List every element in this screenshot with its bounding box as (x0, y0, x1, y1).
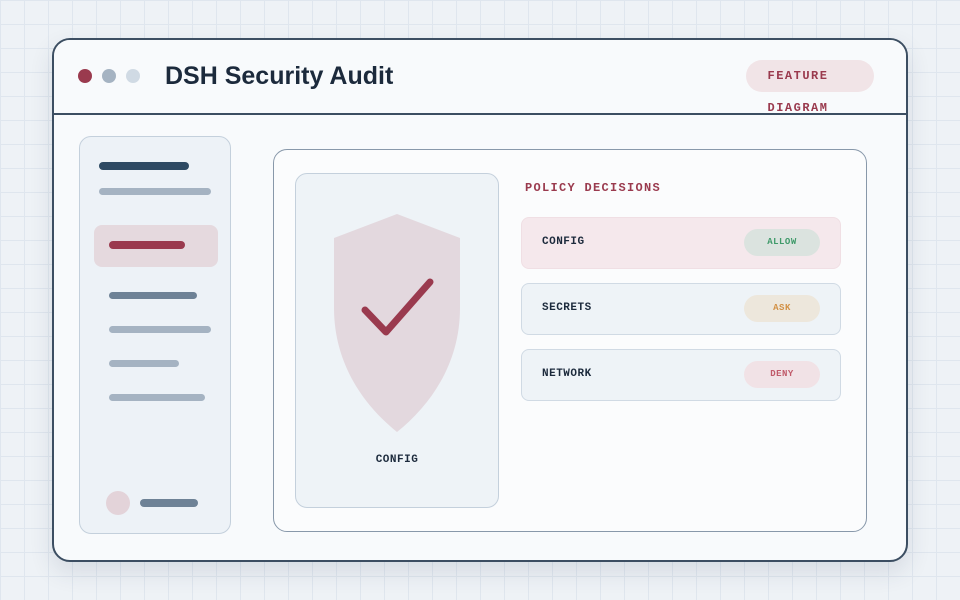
user-avatar[interactable] (106, 491, 130, 515)
sidebar-item-selected[interactable] (94, 225, 218, 267)
decision-badge-deny: DENY (744, 361, 820, 388)
sidebar-item-placeholder[interactable] (109, 360, 179, 367)
policy-row-network[interactable]: NETWORK DENY (521, 349, 841, 401)
close-window-button[interactable] (78, 69, 92, 83)
decision-badge-ask: ASK (744, 295, 820, 322)
minimize-window-button[interactable] (102, 69, 116, 83)
policy-row-label: CONFIG (542, 236, 585, 248)
policy-row-config[interactable]: CONFIG ALLOW (521, 217, 841, 269)
sidebar-item-placeholder[interactable] (109, 394, 205, 401)
policy-decisions-title: POLICY DECISIONS (525, 181, 662, 195)
sidebar-heading-placeholder (99, 162, 189, 170)
decision-badge-allow: ALLOW (744, 229, 820, 256)
app-window: DSH Security Audit FEATURE DIAGRAM CONFI… (52, 38, 908, 562)
badge-label: FEATURE DIAGRAM (767, 69, 829, 115)
shield-check-icon (334, 214, 460, 432)
maximize-window-button[interactable] (126, 69, 140, 83)
policy-row-label: NETWORK (542, 368, 592, 380)
main-panel: CONFIG POLICY DECISIONS CONFIG ALLOW SEC… (273, 149, 867, 532)
shield-card: CONFIG (295, 173, 499, 508)
sidebar-item-selected-placeholder (109, 241, 185, 249)
feature-diagram-badge: FEATURE DIAGRAM (746, 60, 874, 115)
shield-card-label: CONFIG (375, 454, 419, 466)
policy-row-secrets[interactable]: SECRETS ASK (521, 283, 841, 335)
title-bar: DSH Security Audit FEATURE DIAGRAM (54, 40, 906, 115)
sidebar-item-placeholder[interactable] (109, 292, 197, 299)
sidebar (79, 136, 231, 534)
policy-row-label: SECRETS (542, 302, 592, 314)
app-title: DSH Security Audit (165, 62, 394, 90)
user-name-placeholder (140, 499, 198, 507)
sidebar-subheading-placeholder (99, 188, 211, 195)
sidebar-item-placeholder[interactable] (109, 326, 211, 333)
